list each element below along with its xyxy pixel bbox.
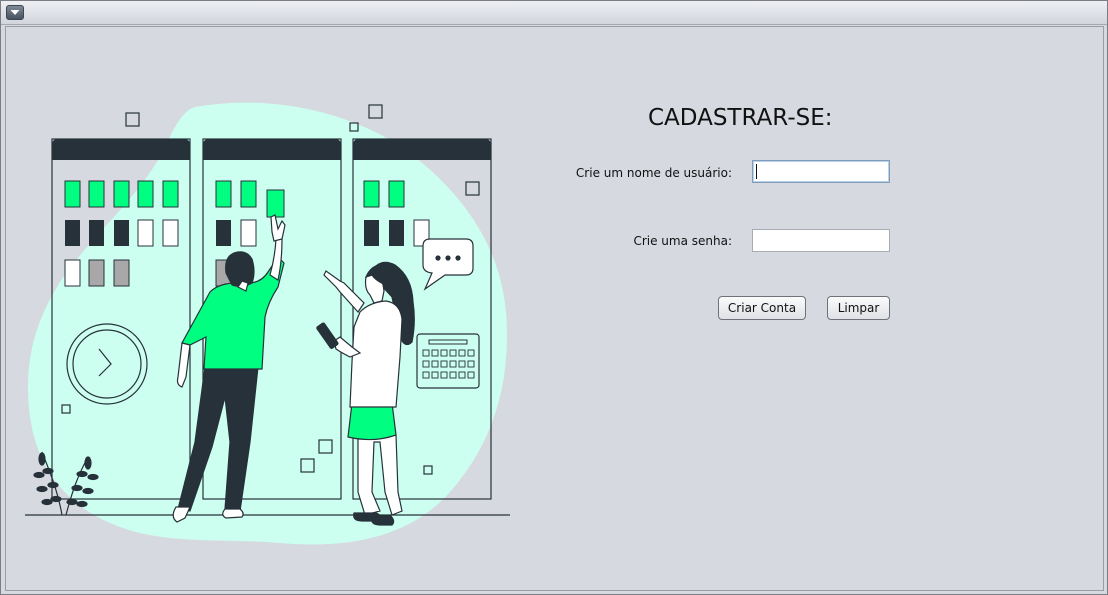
password-label: Crie uma senha: [633, 234, 732, 248]
password-input[interactable] [752, 229, 890, 252]
chevron-down-icon [10, 10, 20, 15]
mint-blob [28, 102, 507, 545]
main-panel: CADASTRAR-SE: Crie um nome de usuário: C… [5, 26, 1104, 591]
username-input[interactable] [752, 160, 890, 183]
text-caret [756, 164, 757, 179]
page-title: CADASTRAR-SE: [648, 105, 833, 131]
team-planning-board-illustration [25, 102, 510, 545]
username-label: Crie um nome de usuário: [575, 166, 732, 180]
title-bar [1, 1, 1107, 25]
create-account-button[interactable]: Criar Conta [718, 296, 806, 320]
window-menu-button[interactable] [6, 5, 24, 20]
app-window: CADASTRAR-SE: Crie um nome de usuário: C… [0, 0, 1108, 595]
clear-button[interactable]: Limpar [827, 296, 890, 320]
